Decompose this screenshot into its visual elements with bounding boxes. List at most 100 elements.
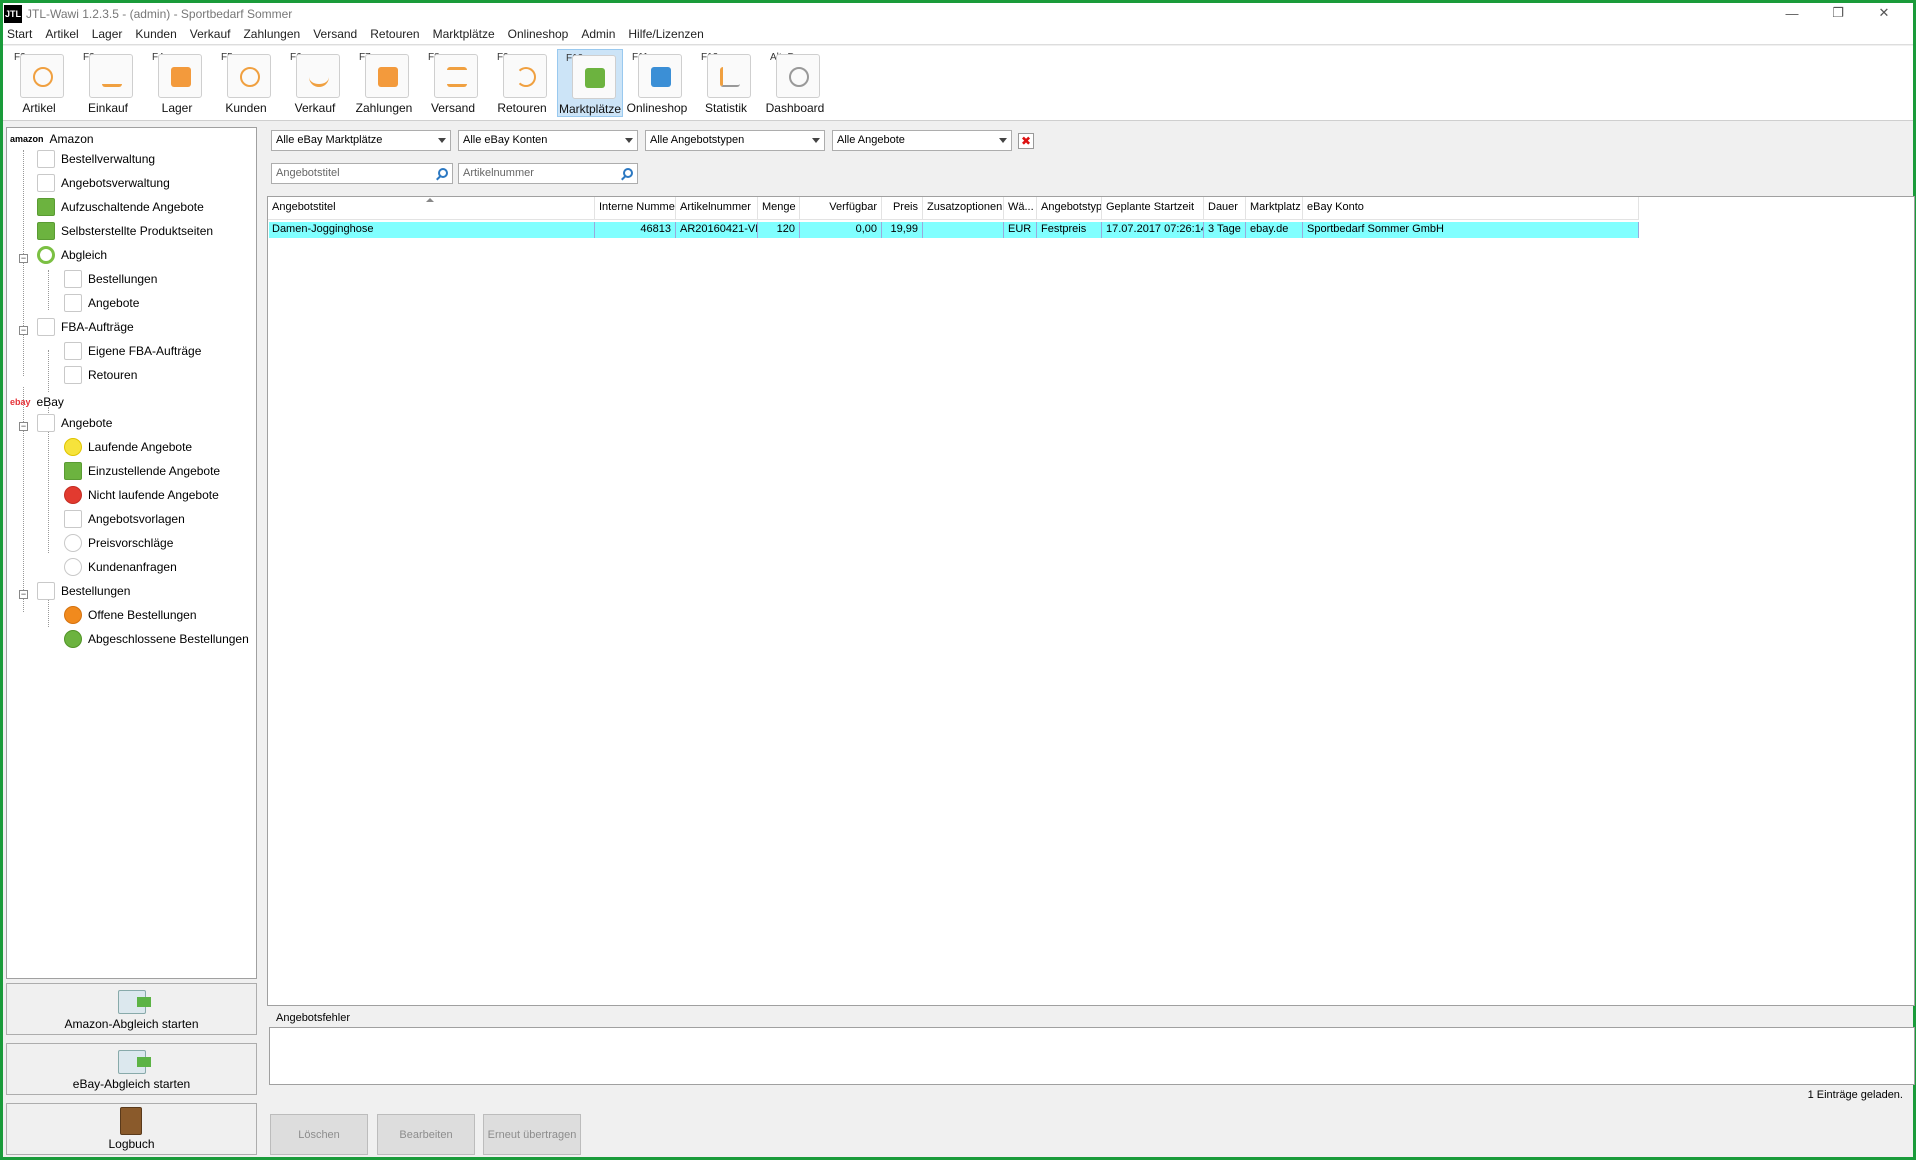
menu-retouren[interactable]: Retouren	[370, 27, 419, 41]
table-cell: Damen-Jogginghose	[268, 222, 595, 238]
question-icon	[64, 558, 82, 576]
return-icon	[503, 54, 547, 98]
maximize-button[interactable]: ❐	[1815, 3, 1861, 23]
tree-item-abgleich[interactable]: Abgleich	[37, 244, 107, 266]
tree-item-offene-bestellungen[interactable]: Offene Bestellungen	[64, 604, 197, 626]
dashboard-icon	[776, 54, 820, 98]
select-value: Alle Angebotstypen	[650, 134, 745, 146]
menu-lager[interactable]: Lager	[92, 27, 123, 41]
tree-label: Nicht laufende Angebote	[88, 488, 219, 502]
book-icon	[120, 1107, 142, 1135]
tree-item-ebay-angebote[interactable]: Angebote	[37, 412, 112, 434]
tree-item-preisvorschlaege[interactable]: Preisvorschläge	[64, 532, 173, 554]
template-icon	[64, 510, 82, 528]
tree-item-abgleich-bestellungen[interactable]: Bestellungen	[64, 268, 157, 290]
toolbar-einkauf-button[interactable]: F3 Einkauf	[75, 49, 141, 117]
open-order-icon	[64, 606, 82, 624]
delete-button[interactable]: Löschen	[270, 1114, 368, 1155]
offer-select[interactable]: Alle Angebote	[832, 130, 1012, 151]
status-text: 1 Einträge geladen.	[1807, 1089, 1903, 1101]
collapse-toggle[interactable]: −	[19, 590, 28, 599]
column-header[interactable]: Menge	[758, 197, 800, 220]
menu-verkauf[interactable]: Verkauf	[190, 27, 231, 41]
amazon-sync-button[interactable]: Amazon-Abgleich starten	[6, 983, 257, 1035]
tree-label: Bestellungen	[88, 272, 158, 286]
menu-versand[interactable]: Versand	[313, 27, 357, 41]
toolbar: F2 Artikel F3 Einkauf F4 Lager F5 Kunden…	[3, 46, 1913, 121]
column-header[interactable]: eBay Konto	[1303, 197, 1639, 220]
button-label: Logbuch	[108, 1137, 155, 1151]
tree-item-ebay-bestellungen[interactable]: Bestellungen	[37, 580, 130, 602]
tree-item-fba-retouren[interactable]: Retouren	[64, 364, 137, 386]
tree-item-bestellverwaltung[interactable]: Bestellverwaltung	[37, 148, 155, 170]
collapse-toggle[interactable]: −	[19, 422, 28, 431]
tree-item-nicht-laufende[interactable]: Nicht laufende Angebote	[64, 484, 219, 506]
column-header[interactable]: Wä...	[1004, 197, 1037, 220]
article-search-input[interactable]: Artikelnummer	[458, 163, 638, 184]
tree-item-angebotsverwaltung[interactable]: Angebotsverwaltung	[37, 172, 170, 194]
column-header[interactable]: Verfügbar	[800, 197, 882, 220]
tag-icon	[20, 54, 64, 98]
toolbar-statistik-button[interactable]: F12 Statistik	[693, 49, 759, 117]
toolbar-zahlungen-button[interactable]: F7 Zahlungen	[351, 49, 417, 117]
minimize-button[interactable]: —	[1769, 3, 1815, 23]
column-header[interactable]: Interne Nummer	[595, 197, 676, 220]
toolbar-verkauf-button[interactable]: F6 Verkauf	[282, 49, 348, 117]
tree-item-kundenanfragen[interactable]: Kundenanfragen	[64, 556, 177, 578]
tree-amazon[interactable]: amazon Amazon	[10, 128, 94, 150]
toolbar-versand-button[interactable]: F8 Versand	[420, 49, 486, 117]
column-header[interactable]: Preis	[882, 197, 923, 220]
menu-admin[interactable]: Admin	[581, 27, 615, 41]
column-header[interactable]: Angebotstyp	[1037, 197, 1102, 220]
menu-artikel[interactable]: Artikel	[45, 27, 78, 41]
resubmit-button[interactable]: Erneut übertragen	[483, 1114, 581, 1155]
ebay-sync-button[interactable]: eBay-Abgleich starten	[6, 1043, 257, 1095]
toolbar-label: Statistik	[704, 101, 747, 115]
tree-label: Kundenanfragen	[88, 560, 177, 574]
offer-errors-panel[interactable]	[269, 1027, 1915, 1085]
collapse-toggle[interactable]: −	[19, 254, 28, 263]
tree-item-eigene-fba[interactable]: Eigene FBA-Aufträge	[64, 340, 201, 362]
toolbar-lager-button[interactable]: F4 Lager	[144, 49, 210, 117]
tree-item-einzustellende[interactable]: Einzustellende Angebote	[64, 460, 220, 482]
edit-button[interactable]: Bearbeiten	[377, 1114, 475, 1155]
toolbar-dashboard-button[interactable]: Alt+D Dashboard	[762, 49, 828, 117]
toolbar-kunden-button[interactable]: F5 Kunden	[213, 49, 279, 117]
toolbar-artikel-button[interactable]: F2 Artikel	[6, 49, 72, 117]
tree-label: Aufzuschaltende Angebote	[61, 200, 204, 214]
collapse-toggle[interactable]: −	[19, 326, 28, 335]
toolbar-retouren-button[interactable]: F9 Retouren	[489, 49, 555, 117]
menu-zahlungen[interactable]: Zahlungen	[243, 27, 300, 41]
menu-onlineshop[interactable]: Onlineshop	[508, 27, 569, 41]
column-header[interactable]: Dauer	[1204, 197, 1246, 220]
tree-item-fba[interactable]: FBA-Aufträge	[37, 316, 134, 338]
account-select[interactable]: Alle eBay Konten	[458, 130, 638, 151]
tree-item-aufzuschaltende[interactable]: Aufzuschaltende Angebote	[37, 196, 204, 218]
tree-item-abgleich-angebote[interactable]: Angebote	[64, 292, 139, 314]
menu-start[interactable]: Start	[7, 27, 32, 41]
toolbar-onlineshop-button[interactable]: F11 Onlineshop	[624, 49, 690, 117]
table-cell: 120	[758, 222, 800, 238]
title-search-input[interactable]: Angebotstitel	[271, 163, 453, 184]
logbook-button[interactable]: Logbuch	[6, 1103, 257, 1155]
column-header[interactable]: Zusatzoptionen	[923, 197, 1004, 220]
tree-ebay[interactable]: ebay eBay	[10, 391, 64, 413]
toolbar-marktplaetze-button[interactable]: F10 Marktplätze	[557, 49, 623, 117]
marketplace-select[interactable]: Alle eBay Marktplätze	[271, 130, 451, 151]
menu-hilfe[interactable]: Hilfe/Lizenzen	[628, 27, 703, 41]
column-header[interactable]: Artikelnummer	[676, 197, 758, 220]
column-header[interactable]: Marktplatz	[1246, 197, 1303, 220]
navigation-tree: amazon Amazon Bestellverwaltung Angebotsv…	[6, 127, 257, 979]
tree-item-abgeschlossene-bestellungen[interactable]: Abgeschlossene Bestellungen	[64, 628, 249, 650]
clear-filter-icon[interactable]: ✖	[1018, 133, 1034, 149]
sync-folder-icon	[118, 990, 151, 1014]
close-button[interactable]: ✕	[1861, 3, 1907, 23]
menu-marktplaetze[interactable]: Marktplätze	[433, 27, 495, 41]
placeholder: Artikelnummer	[463, 167, 534, 179]
tree-item-produktseiten[interactable]: Selbsterstellte Produktseiten	[37, 220, 213, 242]
menu-kunden[interactable]: Kunden	[135, 27, 176, 41]
column-header[interactable]: Geplante Startzeit	[1102, 197, 1204, 220]
tree-item-vorlagen[interactable]: Angebotsvorlagen	[64, 508, 185, 530]
tree-item-laufende[interactable]: Laufende Angebote	[64, 436, 192, 458]
offer-type-select[interactable]: Alle Angebotstypen	[645, 130, 825, 151]
